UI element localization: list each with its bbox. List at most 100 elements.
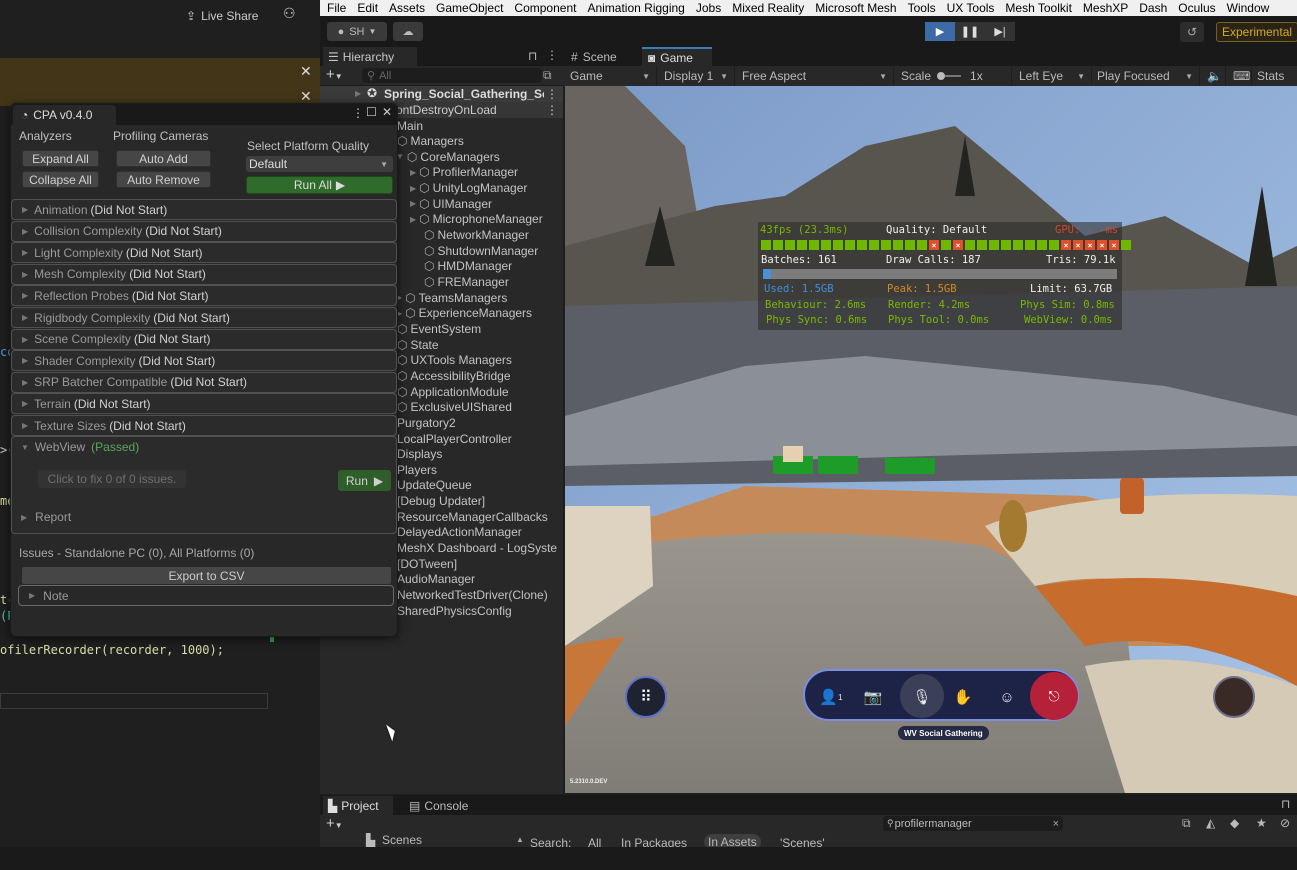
expand-arrow-icon[interactable]: ▶ [410,168,416,177]
participants-button[interactable]: 👤 1 [817,683,845,711]
maximize-icon[interactable]: ☐ [366,105,377,119]
analyzer-foldout[interactable]: ▶ Animation (Did Not Start) [11,199,397,220]
hierarchy-item[interactable]: ⬡ UXTools Managers [397,353,512,368]
keyboard-shortcuts-toggle[interactable]: ⌨ [1228,66,1252,86]
live-share-button[interactable]: ⇪ Live Share [186,6,258,26]
cpa-tab[interactable]: ◔ CPA v0.4.0 [13,105,116,125]
hierarchy-item[interactable]: ▶ ⬡ UnityLogManager [410,181,527,196]
hierarchy-item[interactable]: ResourceManagerCallbacks [397,509,548,524]
analyzer-foldout[interactable]: ▶ Mesh Complexity (Did Not Start) [11,263,397,285]
hierarchy-item[interactable]: AudioManager [397,572,475,587]
account-dropdown[interactable]: ● SH ▼ [327,22,387,41]
view-mode-select[interactable]: Game ▼ [565,66,657,86]
analyzer-foldout[interactable]: ▶ Rigidbody Complexity (Did Not Start) [11,307,397,328]
hierarchy-item[interactable]: MeshX Dashboard - LogSyste [397,541,557,556]
more-options-icon[interactable]: ⋮ [546,87,558,101]
fix-issues-button[interactable]: Click to fix 0 of 0 issues. [38,470,186,488]
menu-microsoft-mesh[interactable]: Microsoft Mesh [815,1,896,15]
leave-event-button[interactable]: ⎋ [1030,672,1078,720]
hierarchy-item[interactable]: Displays [397,447,442,462]
hierarchy-item[interactable]: ⬡ ShutdownManager [424,243,538,258]
close-icon[interactable]: ✕ [382,105,392,119]
hierarchy-search-input[interactable]: ⚲ All [362,68,542,83]
vscode-inline-input[interactable] [0,693,268,709]
step-button[interactable]: ▶| [985,22,1015,41]
stats-toggle[interactable]: Stats [1252,66,1297,86]
analyzer-foldout[interactable]: ▶ Terrain (Did Not Start) [11,393,397,415]
mute-audio-toggle[interactable]: 🔈 [1202,66,1226,86]
run-all-button[interactable]: Run All ▶ [246,176,393,194]
scope-all[interactable]: All [588,836,601,847]
more-options-icon[interactable]: ⋮ [546,103,558,117]
scene-search-icon[interactable]: ⧉ [543,68,552,83]
expand-arrow-icon[interactable]: ▶ [410,215,416,224]
hidden-packages-icon[interactable]: ⊘ [1280,816,1290,830]
menu-ux-tools[interactable]: UX Tools [947,1,995,15]
clear-search-icon[interactable]: × [1053,818,1059,830]
hierarchy-item[interactable]: [DOTween] [397,556,457,571]
hierarchy-item[interactable]: SharedPhysicsConfig [397,603,512,618]
analyzer-foldout[interactable]: ▶ Light Complexity (Did Not Start) [11,242,397,264]
menu-oculus[interactable]: Oculus [1178,1,1215,15]
scale-slider-handle[interactable] [937,72,946,80]
hierarchy-item[interactable]: NetworkedTestDriver(Clone) [397,588,548,603]
hierarchy-item[interactable]: DelayedActionManager [397,525,522,540]
hierarchy-item[interactable]: ⬡ EventSystem [397,321,481,336]
display-select[interactable]: Display 1 ▼ [659,66,735,86]
expand-arrow-icon[interactable]: ▶ [410,184,416,193]
scope-in-packages[interactable]: In Packages [621,836,687,847]
hierarchy-item[interactable]: UpdateQueue [397,478,472,493]
scale-slider-track[interactable] [945,75,962,77]
avatar-button[interactable] [1213,676,1255,718]
menu-component[interactable]: Component [514,1,576,15]
analyzer-foldout[interactable]: ▶ Scene Complexity (Did Not Start) [11,328,397,350]
cloud-button[interactable]: ☁ [393,22,423,41]
hierarchy-item[interactable]: LocalPlayerController [397,431,512,446]
webview-header[interactable]: ▼ WebView (Passed) [21,440,139,454]
play-mode-select[interactable]: Play Focused ▼ [1092,66,1200,86]
account-feedback-icon[interactable]: ⚇ [283,5,296,22]
menu-gameobject[interactable]: GameObject [436,1,503,15]
menu-dash[interactable]: Dash [1139,1,1167,15]
filter-by-type-icon[interactable]: ◭ [1206,816,1215,830]
undo-history-button[interactable]: ↺ [1180,22,1204,42]
hierarchy-item[interactable]: ⬡ HMDManager [424,259,512,274]
menu-tools[interactable]: Tools [908,1,936,15]
hierarchy-item[interactable]: Players [397,462,437,477]
hierarchy-item[interactable]: ▶ ⬡ ProfilerManager [410,165,518,180]
note-foldout[interactable]: ▶ Note [18,585,394,606]
reactions-button[interactable]: ☺ [993,683,1021,711]
eye-select[interactable]: Left Eye ▼ [1014,66,1092,86]
search-by-type-icon[interactable]: ⧉ [1182,816,1191,831]
menu-edit[interactable]: Edit [357,1,378,15]
hierarchy-item[interactable]: ⬡ Managers [397,134,464,149]
close-icon[interactable]: ✕ [300,63,312,80]
add-object-button[interactable]: +▼ [326,66,343,83]
play-button[interactable]: ▶ [925,22,955,41]
export-csv-button[interactable]: Export to CSV [22,567,391,584]
hierarchy-item[interactable]: Purgatory2 [397,415,456,430]
menu-window[interactable]: Window [1227,1,1270,15]
report-foldout[interactable]: ▶ Report [21,510,71,524]
project-search-input[interactable]: ⚲ profilermanager × [883,816,1063,831]
tab-console[interactable]: ▤ Console [404,796,484,815]
tab-hierarchy[interactable]: ☰ Hierarchy [323,47,417,66]
folder-scenes[interactable]: Scenes [382,833,422,847]
hierarchy-item[interactable]: ⬡ NetworkManager [424,228,529,243]
favorites-star-icon[interactable]: ★ [1256,816,1267,830]
menu-file[interactable]: File [327,1,346,15]
auto-add-button[interactable]: Auto Add [116,150,211,167]
analyzer-foldout[interactable]: ▶ Texture Sizes (Did Not Start) [11,415,397,436]
camera-button[interactable]: 📷 [859,683,887,711]
expand-all-button[interactable]: Expand All [22,150,99,167]
run-webview-button[interactable]: Run ▶ [338,470,391,491]
menu-meshxp[interactable]: MeshXP [1083,1,1128,15]
auto-remove-button[interactable]: Auto Remove [116,171,211,188]
scope-in-assets[interactable]: In Assets [704,834,761,847]
hierarchy-item[interactable]: ⬡ FREManager [424,275,509,290]
menu-jobs[interactable]: Jobs [696,1,721,15]
analyzer-foldout[interactable]: ▶ Reflection Probes (Did Not Start) [11,285,397,307]
apps-menu-button[interactable]: ⠿ [625,676,667,718]
tab-project[interactable]: ▙ Project [323,796,393,815]
create-asset-button[interactable]: +▼ [326,815,343,832]
